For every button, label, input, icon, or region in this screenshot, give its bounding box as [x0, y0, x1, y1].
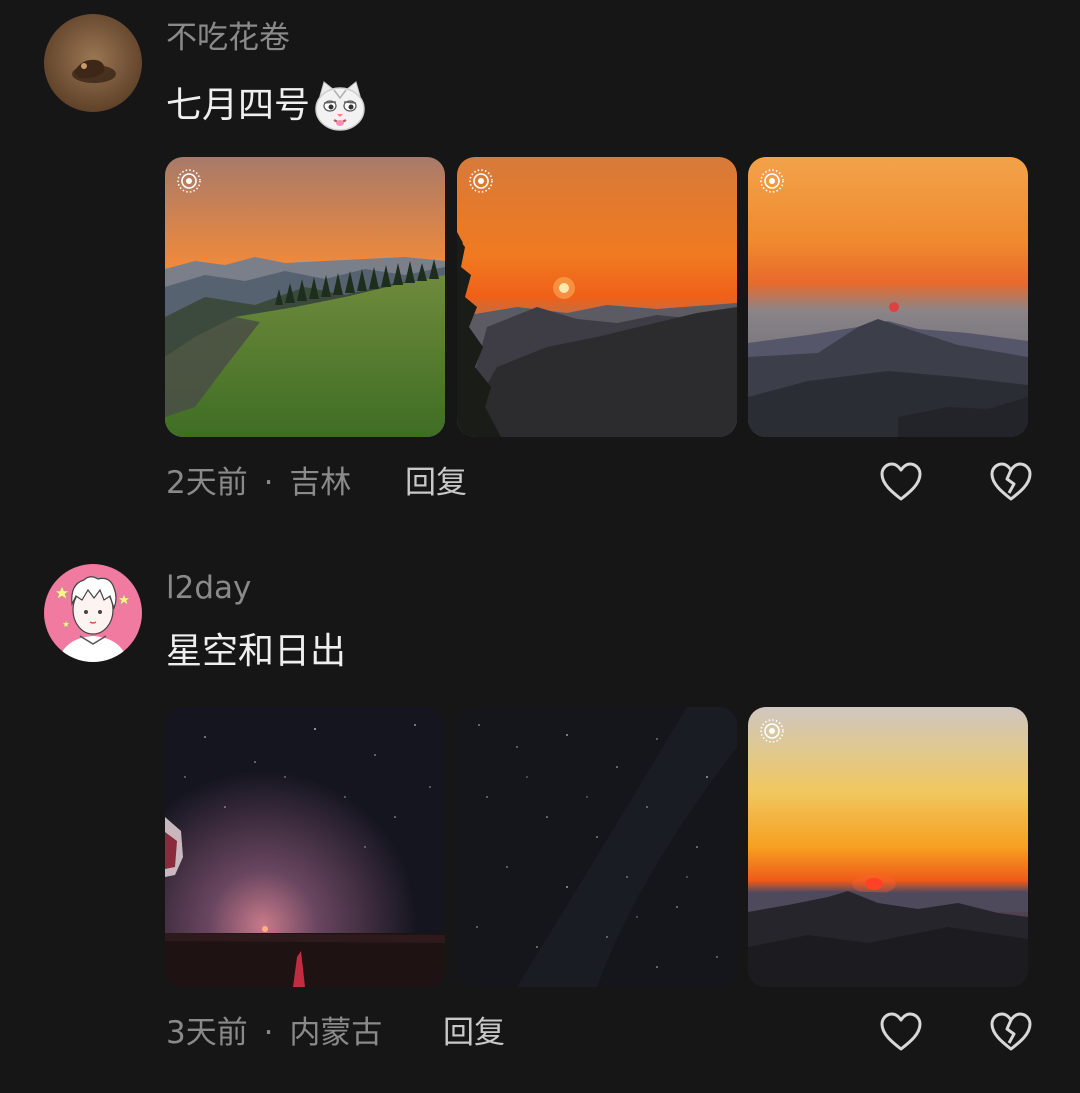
photo-thumbnail[interactable] — [457, 707, 737, 987]
comment-time: 3天前 — [166, 1015, 248, 1051]
photo-thumbnail[interactable] — [748, 157, 1028, 437]
comment-meta: 2天前 · 吉林 — [166, 463, 351, 503]
comment-text-content: 星空和日出 — [166, 631, 347, 672]
live-photo-icon — [177, 169, 201, 193]
photo-thumbnail[interactable] — [165, 157, 445, 437]
broken-heart-icon[interactable] — [988, 1009, 1034, 1055]
reply-button[interactable]: 回复 — [443, 1013, 505, 1053]
live-photo-icon — [760, 169, 784, 193]
avatar[interactable] — [44, 564, 142, 662]
comment-time: 2天前 — [166, 465, 248, 501]
meta-separator: · — [263, 465, 274, 501]
comment-text: 星空和日出 — [166, 628, 346, 676]
username[interactable]: l2day — [166, 568, 251, 608]
live-photo-icon — [760, 719, 784, 743]
comment-meta: 3天前 · 内蒙古 — [166, 1013, 382, 1053]
comment-text-content: 七月四号 — [166, 85, 311, 126]
broken-heart-icon[interactable] — [988, 459, 1034, 505]
comment-location: 内蒙古 — [289, 1015, 383, 1051]
photo-thumbnail[interactable] — [457, 157, 737, 437]
comment-item: 不吃花卷 七月四号 2天前 · 吉林 回复 — [0, 0, 1080, 540]
photo-thumbnail[interactable] — [165, 707, 445, 987]
photo-thumbnail[interactable] — [748, 707, 1028, 987]
comment-text: 七月四号 — [166, 78, 368, 134]
heart-outline-icon[interactable] — [878, 459, 924, 505]
comment-location: 吉林 — [289, 465, 352, 501]
reply-button[interactable]: 回复 — [405, 463, 467, 503]
username[interactable]: 不吃花卷 — [166, 18, 290, 58]
avatar[interactable] — [44, 14, 142, 112]
live-photo-icon — [469, 169, 493, 193]
smirking-cat-emoji-icon — [312, 78, 368, 134]
heart-outline-icon[interactable] — [878, 1009, 924, 1055]
comment-item: l2day 星空和日出 3天前 · 内蒙古 回复 — [0, 550, 1080, 1093]
meta-separator: · — [263, 1015, 274, 1051]
